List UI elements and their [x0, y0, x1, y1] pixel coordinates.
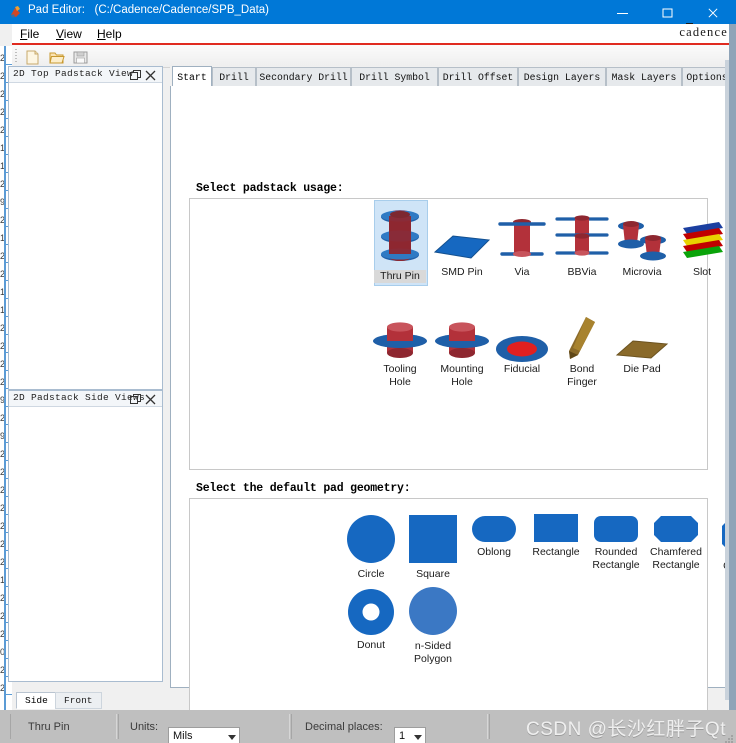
geometry-option-circle[interactable]: Circle — [336, 514, 406, 581]
thru-pin-icon — [364, 204, 436, 266]
decimal-places-value: 1 — [399, 730, 406, 742]
watermark: CSDN @长沙红胖子Qt — [526, 719, 726, 740]
close-button[interactable] — [691, 0, 736, 24]
n-sided-polygon-shape-icon — [398, 586, 468, 636]
dock-title: 2D Padstack Side Views — [13, 392, 146, 403]
geometry-option-donut[interactable]: Donut — [336, 589, 406, 652]
tab-page-start: Select padstack usage: Thru Pin SMD Pin Vi… — [170, 86, 736, 743]
new-file-button[interactable] — [22, 48, 44, 66]
side-view-tabs: Side Front — [8, 692, 161, 709]
top-padstack-canvas[interactable] — [9, 83, 162, 388]
tab-secondary-drill[interactable]: Secondary Drill — [256, 67, 351, 86]
menu-help-rest: elp — [105, 27, 122, 41]
donut-shape-icon — [336, 589, 406, 635]
window-title-path: (C:/Cadence/Cadence/SPB_Data) — [94, 4, 270, 16]
dock-panel-top-padstack-view: 2D Top Padstack View — [8, 66, 163, 390]
float-icon[interactable] — [130, 392, 142, 404]
background-window-edge — [729, 24, 736, 710]
tab-label: Drill Offset — [442, 72, 514, 83]
float-icon[interactable] — [130, 68, 142, 80]
save-file-button[interactable] — [70, 48, 92, 66]
background-window-rail — [4, 46, 6, 743]
window-title: Pad Editor: (C:/Cadence/Cadence/SPB_Data… — [28, 4, 269, 16]
oblong-shape-icon — [459, 516, 529, 542]
circle-shape-icon — [336, 514, 406, 564]
tab-drill[interactable]: Drill — [212, 67, 256, 86]
dock-panel-padstack-side-views: 2D Padstack Side Views — [8, 390, 163, 682]
minimize-button[interactable] — [601, 0, 646, 24]
usage-option-label: Die Pad — [623, 363, 661, 375]
app-icon — [9, 5, 23, 19]
dock-header: 2D Top Padstack View — [9, 67, 162, 83]
menu-bar: File View Help — [12, 24, 736, 43]
square-shape-icon — [398, 514, 468, 564]
units-value: Mils — [173, 730, 193, 742]
main-tab-area: Start Drill Secondary Drill Drill Symbol Dri… — [170, 66, 736, 743]
via-icon — [486, 204, 558, 266]
window-title-text: Pad Editor: — [28, 4, 85, 16]
tab-label: Secondary Drill — [259, 72, 348, 83]
geometry-option-label: Donut — [356, 639, 386, 651]
decimal-places-label: Decimal places: — [305, 721, 383, 733]
usage-option-thru-pin[interactable]: Thru Pin — [364, 200, 436, 286]
padstack-usage-legend: Select padstack usage: — [191, 182, 349, 195]
chevron-down-icon — [228, 735, 236, 740]
tab-strip: Start Drill Secondary Drill Drill Symbol Dri… — [170, 66, 736, 87]
background-window-tick — [5, 64, 12, 65]
tab-drill-offset[interactable]: Drill Offset — [438, 67, 518, 86]
geometry-option-n-sided-polygon[interactable]: n-Sided Polygon — [398, 586, 468, 665]
panel-tab-front[interactable]: Front — [55, 692, 102, 709]
maximize-button[interactable] — [646, 0, 691, 24]
tab-label: Drill Symbol — [359, 72, 430, 83]
tab-label: Drill — [219, 72, 249, 83]
tab-start[interactable]: Start — [172, 66, 212, 87]
close-icon[interactable] — [145, 68, 157, 81]
geometry-option-label: Square — [416, 568, 450, 580]
units-label: Units: — [130, 721, 159, 733]
tab-label: Start — [177, 72, 207, 83]
chamfered-rectangle-shape-icon — [641, 516, 711, 542]
tab-label: Mask Layers — [611, 72, 677, 83]
dock-title: 2D Top Padstack View — [13, 68, 134, 79]
toolbar-grip[interactable] — [15, 49, 17, 63]
microvia-icon — [606, 204, 678, 266]
dock-header: 2D Padstack Side Views — [9, 391, 162, 407]
tab-label: Options — [686, 72, 728, 83]
menu-view-rest: iew — [63, 27, 82, 41]
usage-option-die-pad[interactable]: Die Pad — [606, 301, 678, 376]
tab-drill-symbol[interactable]: Drill Symbol — [351, 67, 438, 86]
tab-label: Design Layers — [523, 72, 601, 83]
units-select[interactable]: Mils — [168, 727, 240, 743]
geometry-option-label: n-Sided Polygon — [414, 640, 452, 665]
geometry-option-label: Oblong — [477, 546, 511, 558]
geometry-option-square[interactable]: Square — [398, 514, 468, 581]
status-divider — [489, 714, 491, 739]
usage-option-label: Thru Pin — [374, 270, 426, 283]
geometry-option-chamfered-rectangle[interactable]: Chamfered Rectangle — [641, 516, 711, 571]
title-bar: Pad Editor: (C:/Cadence/Cadence/SPB_Data… — [0, 0, 736, 24]
die-pad-icon — [606, 301, 678, 363]
status-mode-label: Thru Pin — [28, 721, 70, 733]
menu-file-rest: ile — [27, 27, 40, 41]
geometry-option-oblong[interactable]: Oblong — [459, 516, 529, 559]
panel-tab-side[interactable]: Side — [16, 692, 57, 709]
close-icon[interactable] — [145, 392, 157, 405]
open-file-button[interactable] — [46, 48, 68, 66]
geometry-option-label: Chamfered Rectangle — [650, 546, 702, 571]
cadence-logo: cadence — [679, 25, 728, 39]
background-window-edge-inner — [725, 60, 729, 700]
toolbar — [12, 45, 736, 68]
side-views-canvas[interactable] — [9, 407, 162, 680]
pad-editor-window: 222221129212211222292922222221222022 Pad… — [0, 0, 736, 743]
tab-mask-layers[interactable]: Mask Layers — [606, 67, 682, 86]
tab-design-layers[interactable]: Design Layers — [518, 67, 606, 86]
geometry-option-label: Circle — [357, 568, 385, 580]
menu-help[interactable]: Help — [97, 27, 122, 41]
bbvia-icon — [546, 204, 618, 266]
menu-view[interactable]: View — [56, 27, 82, 41]
chevron-down-icon — [414, 735, 422, 740]
menu-file[interactable]: File — [20, 27, 39, 41]
decimal-places-select[interactable]: 1 — [394, 727, 426, 743]
pad-geometry-legend: Select the default pad geometry: — [191, 482, 416, 495]
